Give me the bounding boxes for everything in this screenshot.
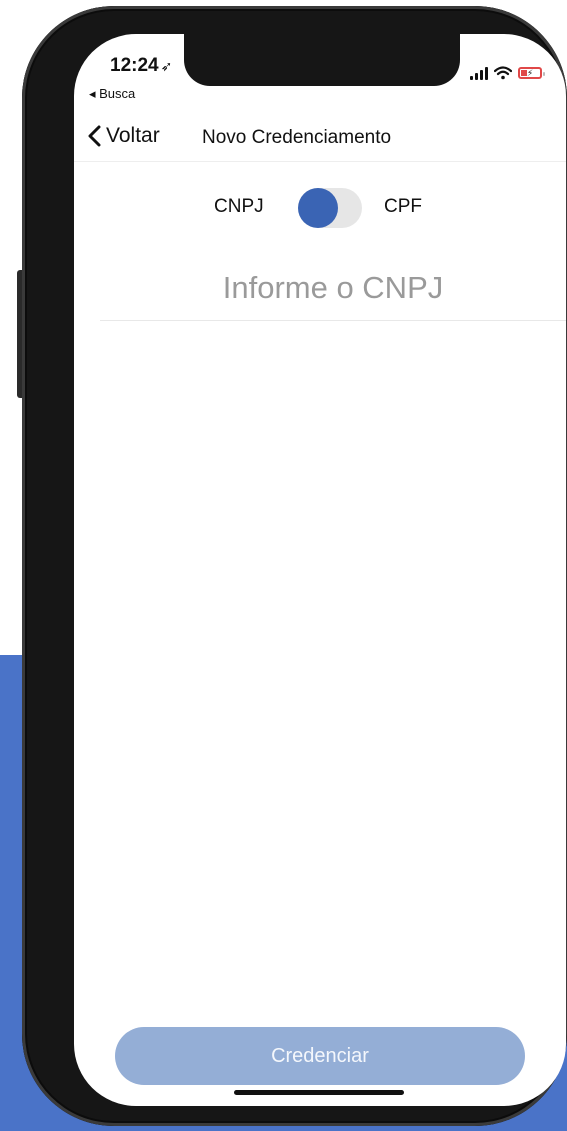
- credenciar-button-label: Credenciar: [271, 1044, 369, 1067]
- chevron-left-icon: [88, 125, 101, 147]
- switch-knob: [298, 188, 338, 228]
- cnpj-input[interactable]: [100, 256, 566, 321]
- location-arrow-icon: ➶: [160, 58, 173, 74]
- battery-charging-icon: ⚡: [518, 67, 545, 79]
- page-title: Novo Credenciamento: [202, 127, 392, 148]
- phone-frame: 12:24 ➶ ◂ Busca ⚡ Voltar Novo Credenciam…: [22, 6, 567, 1126]
- back-button[interactable]: Voltar: [86, 124, 160, 148]
- phone-notch: [184, 34, 460, 86]
- status-icons: ⚡: [470, 66, 545, 80]
- navigation-bar: Voltar Novo Credenciamento: [74, 116, 566, 162]
- status-back-to-app[interactable]: ◂ Busca: [89, 86, 135, 102]
- toggle-label-cnpj: CNPJ: [214, 196, 264, 217]
- document-type-toggle-row: CNPJ CPF: [74, 182, 566, 232]
- cnpj-cpf-switch[interactable]: [298, 188, 362, 228]
- back-button-label: Voltar: [106, 124, 160, 147]
- home-indicator[interactable]: [234, 1090, 404, 1095]
- status-time-text: 12:24: [110, 55, 159, 76]
- credenciar-button[interactable]: Credenciar: [115, 1027, 525, 1085]
- phone-screen: 12:24 ➶ ◂ Busca ⚡ Voltar Novo Credenciam…: [74, 34, 566, 1106]
- signal-icon: [470, 66, 488, 80]
- toggle-label-cpf: CPF: [384, 196, 422, 217]
- wifi-icon: [494, 66, 512, 80]
- status-time: 12:24 ➶: [110, 55, 172, 77]
